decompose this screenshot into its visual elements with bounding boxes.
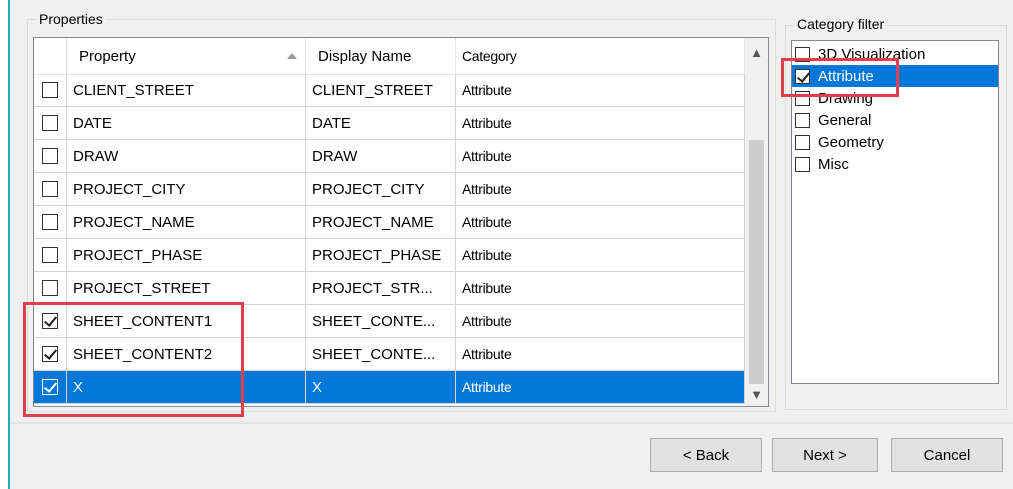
property-cell: PROJECT_PHASE [67, 239, 306, 271]
table-row[interactable]: CLIENT_STREET CLIENT_STREET Attribute [34, 74, 745, 107]
category-cell: Attribute [456, 371, 745, 403]
display-name-cell[interactable]: PROJECT_CITY [306, 173, 456, 205]
table-row[interactable]: PROJECT_CITY PROJECT_CITY Attribute [34, 173, 745, 206]
row-checkbox[interactable] [42, 82, 58, 98]
display-name-cell[interactable]: PROJECT_PHASE [306, 239, 456, 271]
category-cell: Attribute [456, 239, 745, 271]
display-name-cell[interactable]: CLIENT_STREET [306, 74, 456, 106]
display-name-cell[interactable]: X [306, 371, 456, 403]
category-cell: Attribute [456, 272, 745, 304]
display-name-cell[interactable]: PROJECT_NAME [306, 206, 456, 238]
property-cell: PROJECT_NAME [67, 206, 306, 238]
category-checkbox[interactable] [795, 156, 810, 172]
chevron-up-icon[interactable]: ▲ [745, 42, 768, 62]
row-check-cell [34, 173, 67, 205]
property-cell: CLIENT_STREET [67, 74, 306, 106]
property-cell: PROJECT_CITY [67, 173, 306, 205]
row-checkbox[interactable] [42, 148, 58, 164]
row-checkbox[interactable] [42, 280, 58, 296]
chevron-down-icon[interactable]: ▼ [745, 384, 768, 404]
category-cell: Attribute [456, 107, 745, 139]
category-cell: Attribute [456, 305, 745, 337]
property-cell: DATE [67, 107, 306, 139]
category-cell: Attribute [456, 206, 745, 238]
property-cell: DRAW [67, 140, 306, 172]
display-name-cell[interactable]: DATE [306, 107, 456, 139]
category-cell: Attribute [456, 173, 745, 205]
display-name-cell[interactable]: DRAW [306, 140, 456, 172]
row-check-cell [34, 140, 67, 172]
row-check-cell [34, 239, 67, 271]
category-checkbox[interactable] [795, 134, 810, 150]
cancel-button[interactable]: Cancel [891, 438, 1003, 472]
window-edge [0, 0, 10, 489]
display-name-cell[interactable]: SHEET_CONTE... [306, 305, 456, 337]
next-button[interactable]: Next > [772, 438, 878, 472]
row-check-cell [34, 272, 67, 304]
category-label: Geometry [818, 133, 884, 151]
header-property-label: Property [79, 47, 136, 65]
category-cell: Attribute [456, 338, 745, 370]
grid-header: Property Display Name Category [34, 38, 745, 75]
display-name-cell[interactable]: PROJECT_STR... [306, 272, 456, 304]
table-row[interactable]: DATE DATE Attribute [34, 107, 745, 140]
sort-ascending-icon [287, 53, 297, 59]
category-checkbox[interactable] [795, 112, 810, 128]
category-item-geometry[interactable]: Geometry [792, 131, 998, 153]
category-label: Misc [818, 155, 849, 173]
header-category-label: Category [462, 48, 517, 64]
grid-vertical-scrollbar[interactable]: ▲ ▼ [745, 38, 768, 406]
category-item-general[interactable]: General [792, 109, 998, 131]
category-label: General [818, 111, 872, 129]
category-item-misc[interactable]: Misc [792, 153, 998, 175]
header-category[interactable]: Category [456, 38, 745, 74]
row-check-cell [34, 107, 67, 139]
row-check-cell [34, 206, 67, 238]
table-row[interactable]: DRAW DRAW Attribute [34, 140, 745, 173]
table-row[interactable]: PROJECT_NAME PROJECT_NAME Attribute [34, 206, 745, 239]
header-property[interactable]: Property [67, 38, 306, 74]
highlight-box-checked-rows [23, 302, 244, 417]
header-display-name-label: Display Name [318, 47, 412, 65]
row-checkbox[interactable] [42, 247, 58, 263]
row-checkbox[interactable] [42, 115, 58, 131]
separator [10, 422, 1013, 424]
table-row[interactable]: PROJECT_PHASE PROJECT_PHASE Attribute [34, 239, 745, 272]
highlight-box-attribute-filter [781, 58, 899, 97]
category-filter-title: Category filter [794, 16, 888, 32]
header-check-column[interactable] [34, 38, 67, 74]
properties-group-title: Properties [36, 11, 106, 27]
property-cell: PROJECT_STREET [67, 272, 306, 304]
row-checkbox[interactable] [42, 214, 58, 230]
display-name-cell[interactable]: SHEET_CONTE... [306, 338, 456, 370]
header-display-name[interactable]: Display Name [306, 38, 456, 74]
table-row[interactable]: PROJECT_STREET PROJECT_STR... Attribute [34, 272, 745, 305]
row-check-cell [34, 74, 67, 106]
category-cell: Attribute [456, 74, 745, 106]
row-checkbox[interactable] [42, 181, 58, 197]
category-cell: Attribute [456, 140, 745, 172]
scrollbar-thumb[interactable] [749, 140, 764, 384]
back-button[interactable]: < Back [650, 438, 762, 472]
